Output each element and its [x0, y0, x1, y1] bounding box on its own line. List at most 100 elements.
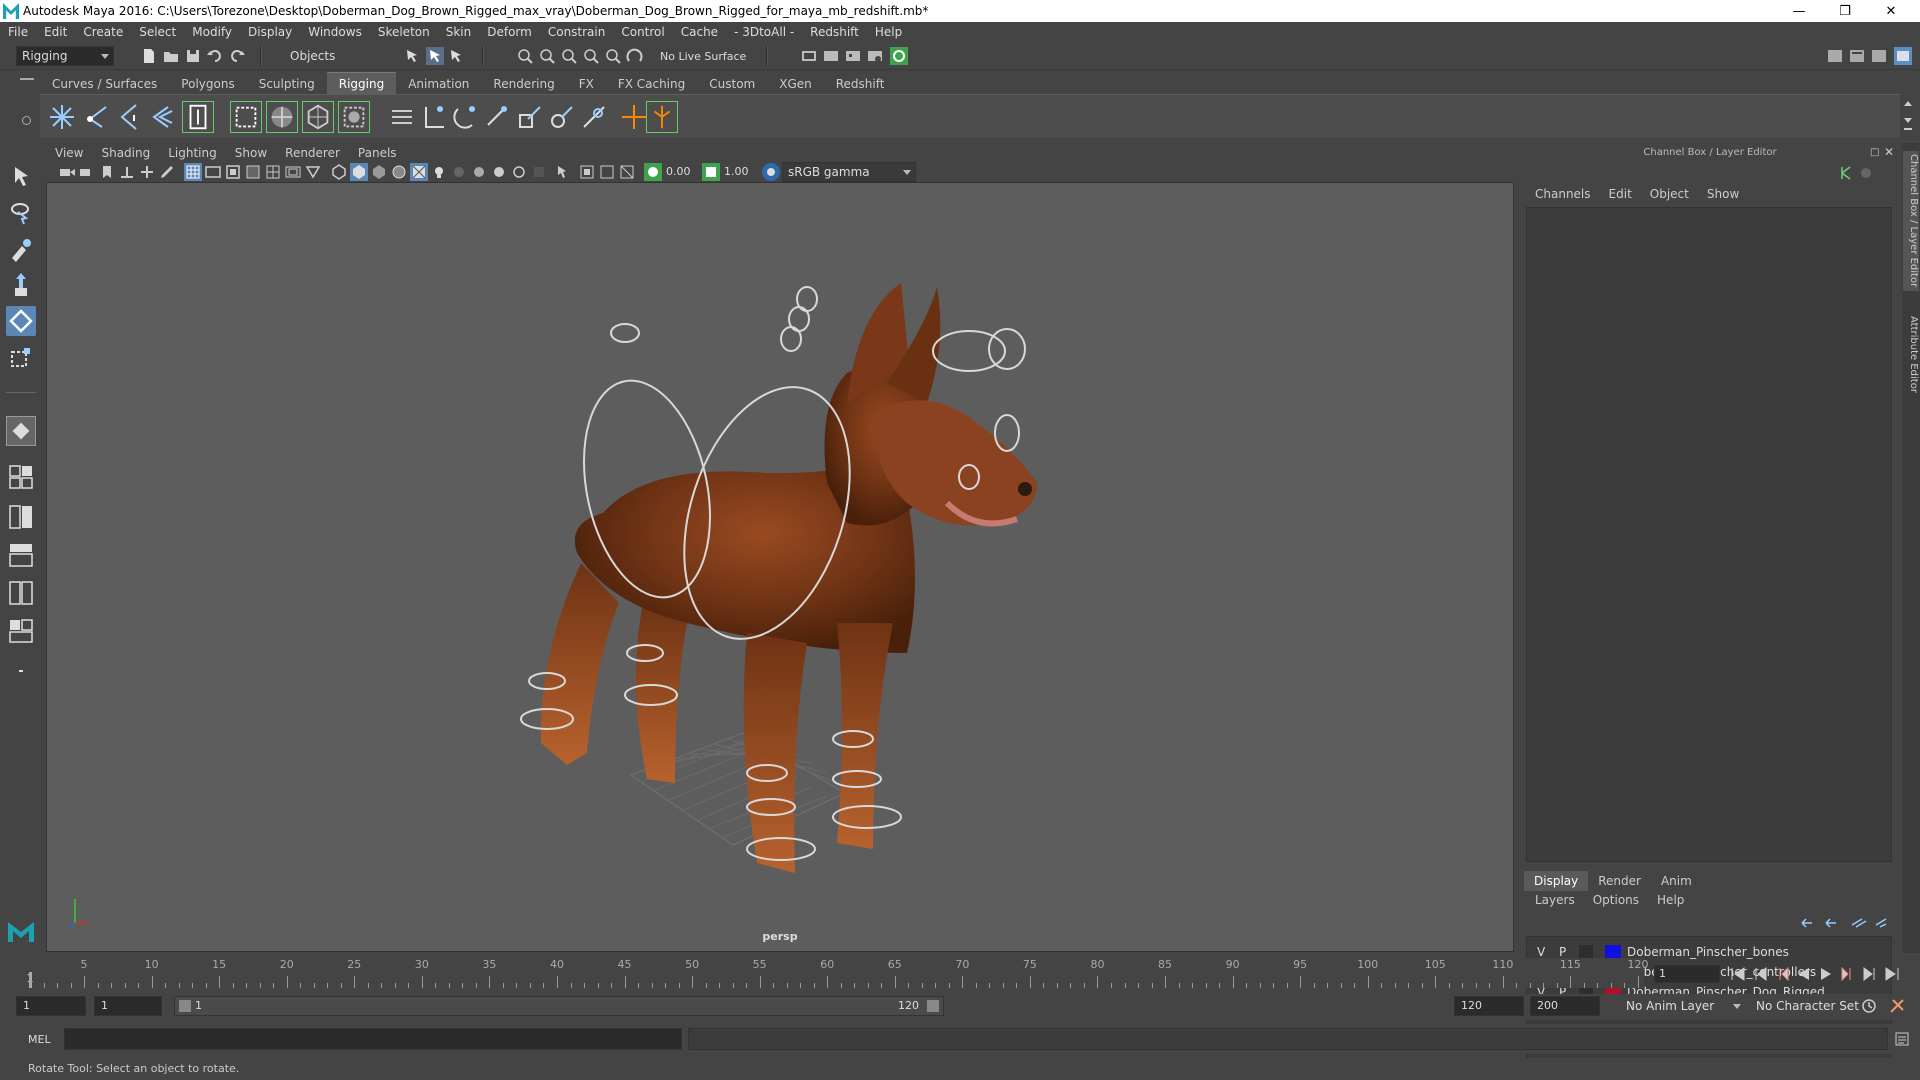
- tool-settings-toggle-icon[interactable]: [1870, 47, 1888, 65]
- lasso-tool-icon[interactable]: [6, 198, 36, 228]
- animation-start-field[interactable]: 1: [16, 996, 86, 1016]
- default-material-icon[interactable]: [370, 163, 388, 181]
- paint-weights-icon[interactable]: [338, 101, 370, 133]
- aim-constraint-icon[interactable]: [546, 101, 578, 133]
- menu-control[interactable]: Control: [613, 25, 672, 39]
- gate-mask-icon[interactable]: [244, 163, 262, 181]
- 2d-pan-zoom-icon[interactable]: [138, 163, 156, 181]
- save-scene-icon[interactable]: [184, 47, 202, 65]
- range-start-handle[interactable]: [179, 1000, 191, 1012]
- maya-home-logo-icon[interactable]: [6, 916, 36, 946]
- script-editor-icon[interactable]: [1894, 1031, 1910, 1047]
- menu-help[interactable]: Help: [867, 25, 910, 39]
- menuset-dropdown[interactable]: Rigging: [16, 46, 114, 66]
- color-management-icon[interactable]: [762, 163, 780, 181]
- le-menu-layers[interactable]: Layers: [1526, 893, 1584, 907]
- layer-playback-toggle[interactable]: P: [1559, 945, 1566, 959]
- select-component-icon[interactable]: [448, 47, 466, 65]
- camera-attributes-icon[interactable]: [78, 163, 96, 181]
- shadows-icon[interactable]: [450, 163, 468, 181]
- restore-button[interactable]: ❐: [1822, 0, 1868, 22]
- go-to-end-icon[interactable]: [1882, 964, 1902, 984]
- layer-tab-anim[interactable]: Anim: [1651, 871, 1702, 891]
- parent-constraint-icon[interactable]: [482, 101, 514, 133]
- cb-menu-show[interactable]: Show: [1698, 187, 1748, 201]
- shelf-scroll-arrows-icon[interactable]: [1902, 98, 1914, 134]
- textured-icon[interactable]: [410, 163, 428, 181]
- perspective-viewport[interactable]: persp: [46, 182, 1514, 952]
- select-tool-icon[interactable]: [6, 162, 36, 192]
- snap-curve-icon[interactable]: [538, 47, 556, 65]
- field-chart-icon[interactable]: [264, 163, 282, 181]
- camera-select-icon[interactable]: [58, 163, 76, 181]
- ik-handle-icon[interactable]: [82, 101, 114, 133]
- menu-constrain[interactable]: Constrain: [540, 25, 614, 39]
- smooth-bind-icon[interactable]: [266, 101, 298, 133]
- shelf-tab-animation[interactable]: Animation: [396, 73, 481, 94]
- pole-vector-icon[interactable]: [578, 101, 610, 133]
- layer-tab-display[interactable]: Display: [1524, 871, 1589, 891]
- selection-mode-dropdown[interactable]: Objects: [284, 46, 380, 66]
- viewport-menu-panels[interactable]: Panels: [349, 146, 406, 160]
- auto-key-icon[interactable]: [1860, 997, 1878, 1015]
- layer-color-swatch[interactable]: [1605, 945, 1621, 959]
- channel-box-toggle-icon[interactable]: [1894, 47, 1912, 65]
- shelf-tab-rigging[interactable]: Rigging: [326, 72, 397, 94]
- viewport-menu-lighting[interactable]: Lighting: [159, 146, 226, 160]
- anim-layer-dropdown[interactable]: No Anim Layer: [1620, 996, 1746, 1016]
- exposure-value[interactable]: 0.00: [666, 165, 691, 178]
- cb-menu-edit[interactable]: Edit: [1600, 187, 1641, 201]
- point-constraint-icon[interactable]: [418, 101, 450, 133]
- orient-constraint-icon[interactable]: [450, 101, 482, 133]
- safe-title-icon[interactable]: [304, 163, 322, 181]
- neck-controller-3[interactable]: [780, 326, 802, 352]
- minimize-button[interactable]: —: [1776, 0, 1822, 22]
- gamma-value[interactable]: 1.00: [724, 165, 749, 178]
- render-settings-icon[interactable]: [866, 47, 884, 65]
- xray-joints-icon[interactable]: [618, 163, 636, 181]
- motion-blur-icon[interactable]: [490, 163, 508, 181]
- viewport-menu-renderer[interactable]: Renderer: [276, 146, 349, 160]
- playback-end-field[interactable]: 120: [1454, 996, 1524, 1016]
- hypershade-icon[interactable]: [890, 47, 908, 65]
- back-left-leg[interactable]: [540, 563, 619, 765]
- float-panel-icon[interactable]: □: [1870, 147, 1879, 158]
- scale-tool-icon[interactable]: [6, 342, 36, 372]
- render-view-icon[interactable]: [800, 47, 818, 65]
- menu-deform[interactable]: Deform: [479, 25, 540, 39]
- lattice-icon[interactable]: [302, 101, 334, 133]
- undo-icon[interactable]: [206, 47, 224, 65]
- play-forwards-icon[interactable]: [1816, 964, 1836, 984]
- shelf-tab-fx[interactable]: FX: [567, 73, 606, 94]
- ik-spline-icon[interactable]: [114, 101, 146, 133]
- step-forward-frame-icon[interactable]: [1838, 964, 1858, 984]
- viewport-menu-show[interactable]: Show: [226, 146, 276, 160]
- grease-pencil-icon[interactable]: [158, 163, 176, 181]
- menu-create[interactable]: Create: [75, 25, 131, 39]
- front-right-leg[interactable]: [837, 623, 893, 849]
- grid-toggle-icon[interactable]: [184, 163, 202, 181]
- front-left-leg[interactable]: [743, 633, 807, 873]
- menu-redshift[interactable]: Redshift: [802, 25, 867, 39]
- rotate-tool-icon[interactable]: [6, 306, 36, 336]
- shelf-tab-curves-surfaces[interactable]: Curves / Surfaces: [40, 73, 169, 94]
- new-scene-icon[interactable]: [140, 47, 158, 65]
- layer-visibility-toggle[interactable]: V: [1537, 945, 1545, 959]
- menu-3dtoall[interactable]: - 3DtoAll -: [726, 25, 802, 39]
- redo-icon[interactable]: [228, 47, 246, 65]
- menu-cache[interactable]: Cache: [673, 25, 726, 39]
- command-input[interactable]: [64, 1028, 682, 1050]
- isolate-select-icon[interactable]: [554, 163, 572, 181]
- step-back-key-icon[interactable]: [1750, 964, 1770, 984]
- shelf-tab-polygons[interactable]: Polygons: [169, 73, 246, 94]
- shelf-tab-xgen[interactable]: XGen: [767, 73, 824, 94]
- wireframe-on-shaded-icon[interactable]: [390, 163, 408, 181]
- joint-tool-icon[interactable]: [46, 101, 78, 133]
- shelf-tab-redshift[interactable]: Redshift: [824, 73, 897, 94]
- cluster-icon[interactable]: [386, 101, 418, 133]
- quick-rig-icon[interactable]: [182, 101, 214, 133]
- current-frame-field[interactable]: 1: [1654, 965, 1720, 983]
- shelf-tab-custom[interactable]: Custom: [697, 73, 767, 94]
- snap-view-plane-icon[interactable]: [582, 47, 600, 65]
- menu-display[interactable]: Display: [240, 25, 300, 39]
